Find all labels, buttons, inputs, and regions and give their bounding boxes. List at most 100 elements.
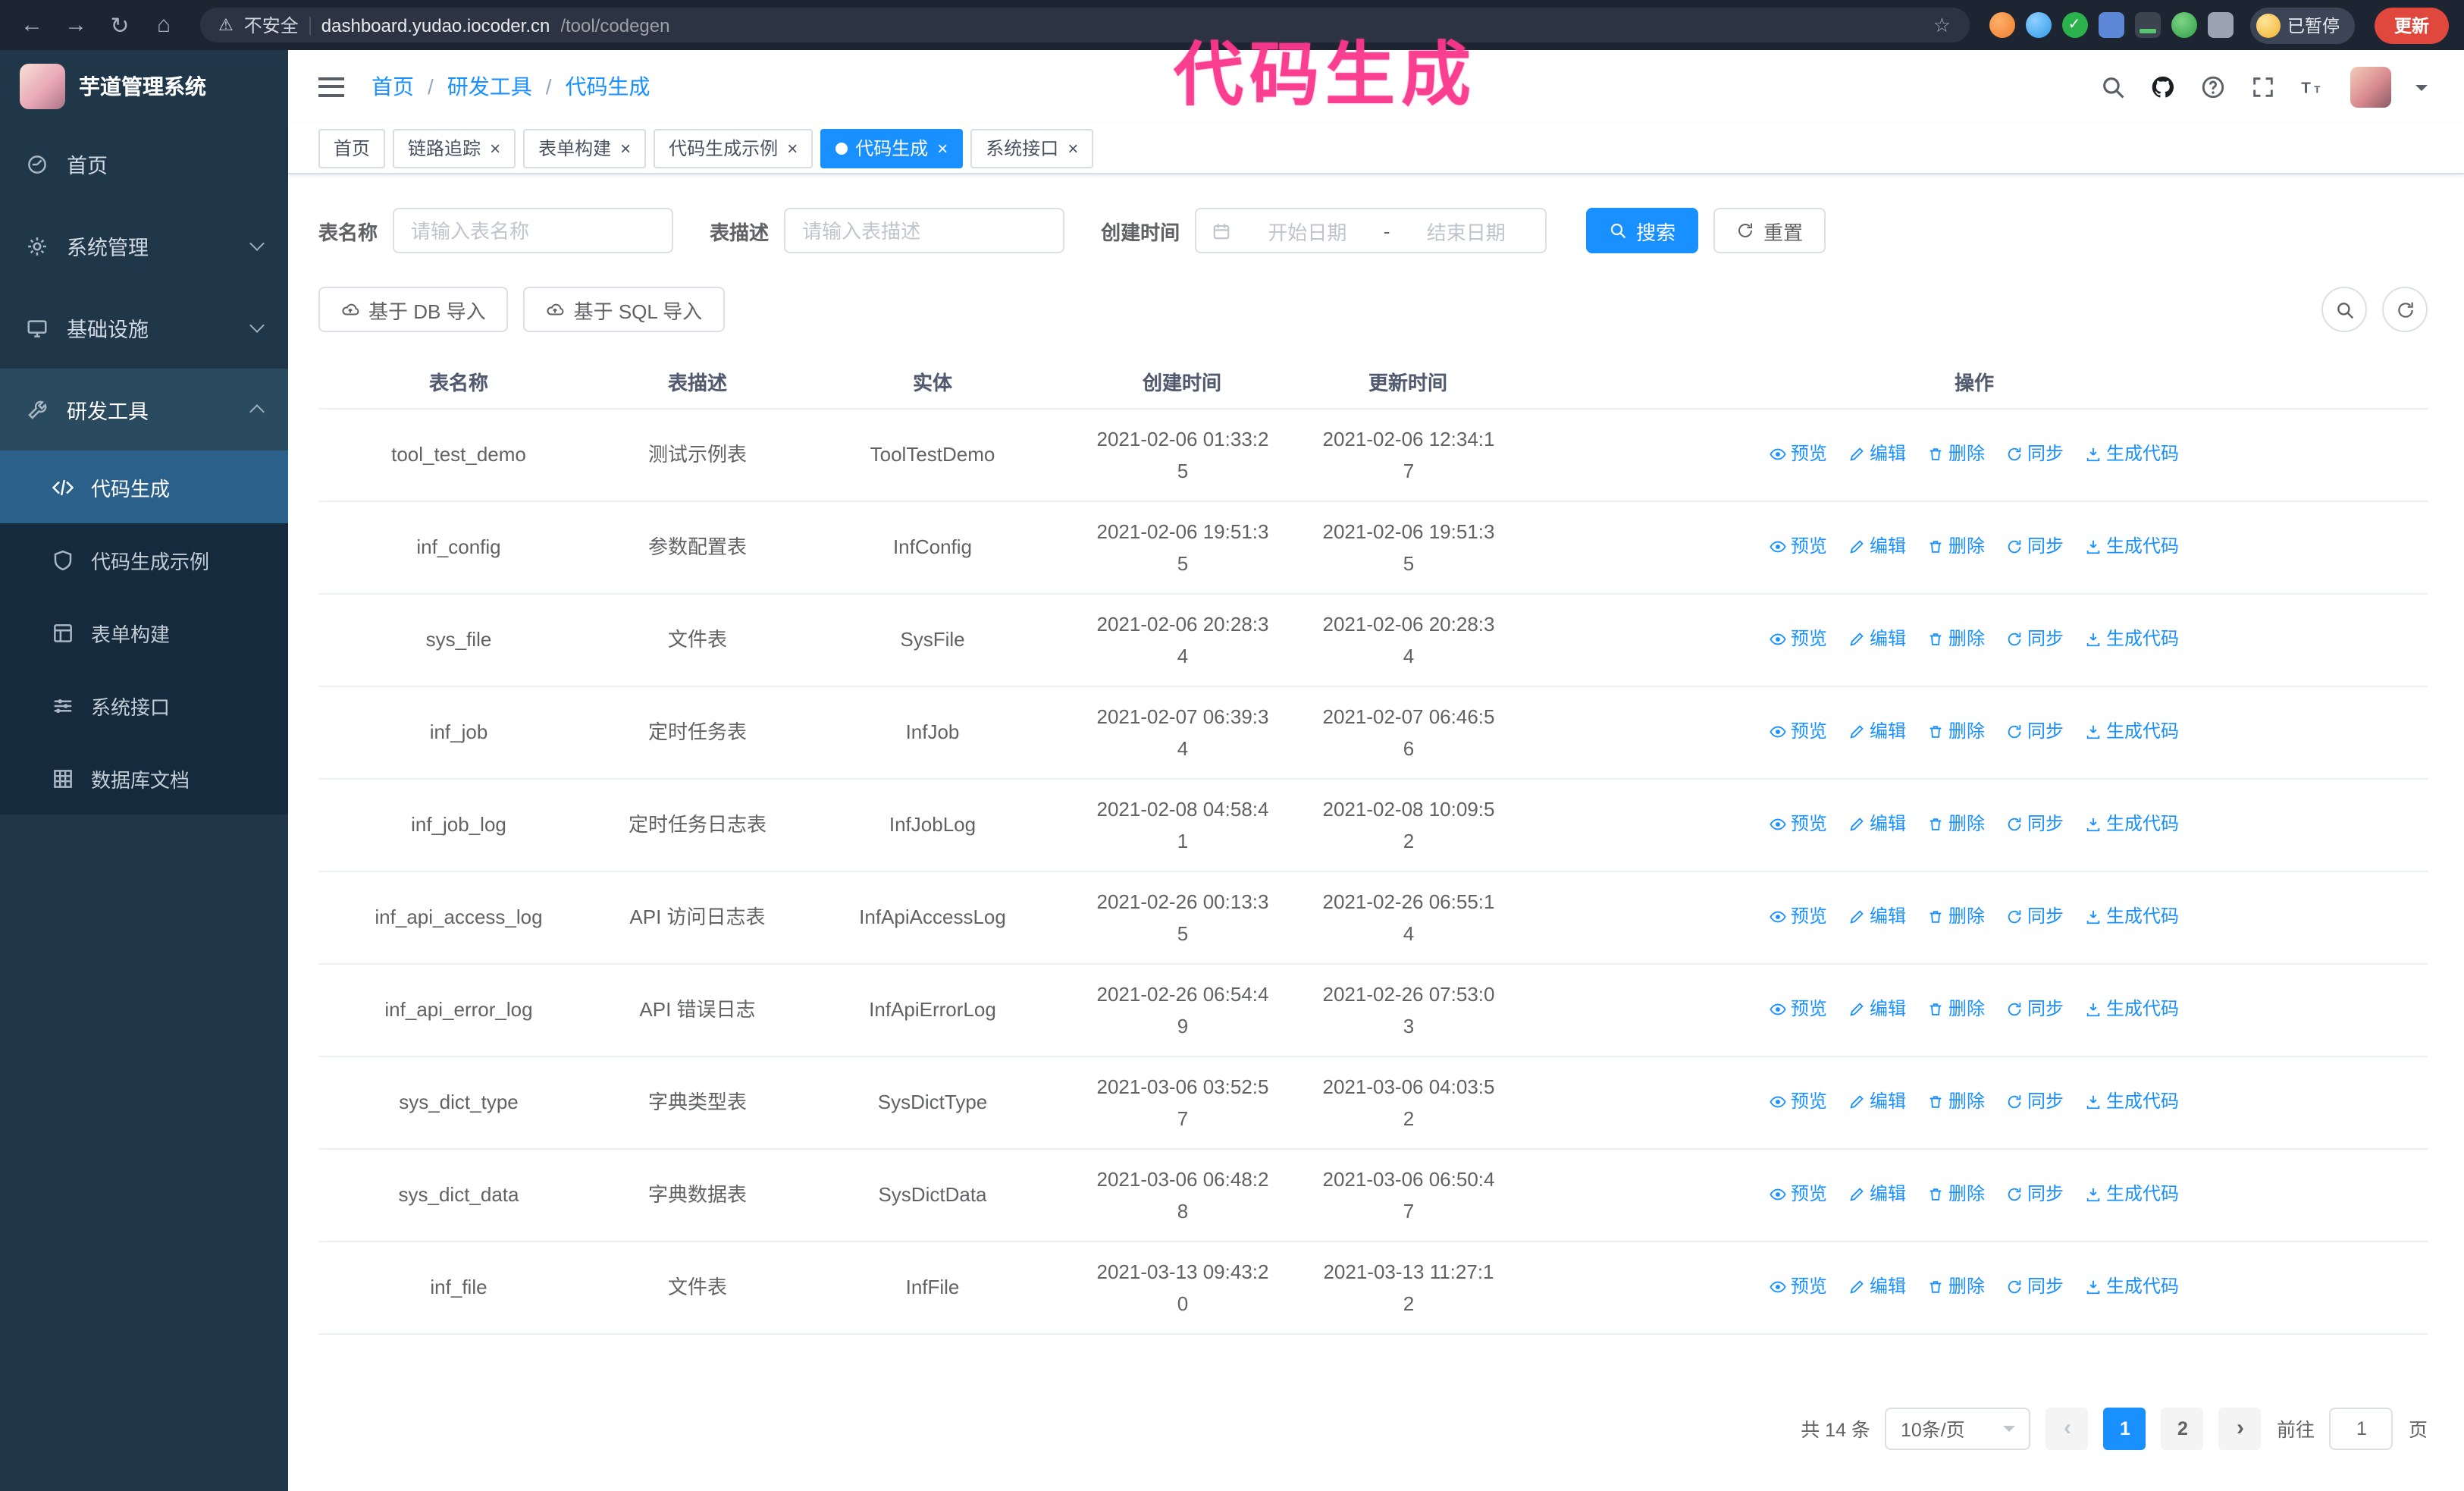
sidebar-item-3[interactable]: 研发工具 [0, 369, 288, 450]
search-icon[interactable] [2100, 74, 2126, 99]
fox-extension-icon[interactable] [1989, 12, 2014, 38]
help-icon[interactable] [2200, 74, 2226, 99]
import-db-button[interactable]: 基于 DB 导入 [318, 287, 509, 332]
sync-action[interactable]: 同步 [2006, 623, 2064, 655]
breadcrumb-item-2[interactable]: 代码生成 [566, 71, 650, 102]
preview-action[interactable]: 预览 [1770, 1179, 1827, 1210]
sidebar-item-1[interactable]: 系统管理 [0, 205, 288, 287]
generate-code-action[interactable]: 生成代码 [2085, 1271, 2179, 1303]
toggle-search-button[interactable] [2321, 287, 2367, 332]
generate-code-action[interactable]: 生成代码 [2085, 993, 2179, 1025]
preview-action[interactable]: 预览 [1770, 531, 1827, 563]
sync-action[interactable]: 同步 [2006, 1086, 2064, 1118]
sync-action[interactable]: 同步 [2006, 808, 2064, 840]
generate-code-action[interactable]: 生成代码 [2085, 716, 2179, 748]
close-tab-icon[interactable]: × [787, 139, 798, 157]
team-extension-icon[interactable] [2098, 12, 2124, 38]
preview-action[interactable]: 预览 [1770, 1086, 1827, 1118]
delete-action[interactable]: 删除 [1927, 438, 1985, 470]
close-tab-icon[interactable]: × [490, 139, 500, 157]
close-tab-icon[interactable]: × [620, 139, 631, 157]
search-button[interactable]: 搜索 [1586, 208, 1699, 253]
delete-action[interactable]: 删除 [1927, 1086, 1985, 1118]
delete-action[interactable]: 删除 [1927, 901, 1985, 933]
check-extension-icon[interactable]: ✓ [2061, 12, 2087, 38]
edit-action[interactable]: 编辑 [1848, 1086, 1906, 1118]
sidebar-subitem-1[interactable]: 代码生成示例 [0, 523, 288, 596]
sidebar-subitem-4[interactable]: 数据库文档 [0, 742, 288, 815]
preview-action[interactable]: 预览 [1770, 901, 1827, 933]
sync-action[interactable]: 同步 [2006, 716, 2064, 748]
sidebar-item-2[interactable]: 基础设施 [0, 287, 288, 369]
table-desc-input[interactable] [784, 208, 1065, 253]
user-avatar[interactable] [2350, 66, 2391, 107]
table-name-input[interactable] [393, 208, 674, 253]
page-button-1[interactable]: 1 [2103, 1407, 2146, 1449]
edit-action[interactable]: 编辑 [1848, 716, 1906, 748]
close-tab-icon[interactable]: × [937, 139, 948, 157]
font-size-icon[interactable]: TT [2300, 74, 2326, 99]
sidebar-subitem-0[interactable]: 代码生成 [0, 450, 288, 523]
edit-action[interactable]: 编辑 [1848, 438, 1906, 470]
preview-action[interactable]: 预览 [1770, 716, 1827, 748]
preview-action[interactable]: 预览 [1770, 623, 1827, 655]
bookmark-star-icon[interactable]: ☆ [1933, 13, 1951, 37]
app-logo[interactable]: 芋道管理系统 [0, 50, 288, 123]
next-page-button[interactable]: › [2218, 1407, 2262, 1449]
tab-4[interactable]: 代码生成 × [820, 128, 964, 168]
sync-action[interactable]: 同步 [2006, 531, 2064, 563]
browser-update-button[interactable]: 更新 [2375, 7, 2449, 43]
generate-code-action[interactable]: 生成代码 [2085, 808, 2179, 840]
sync-action[interactable]: 同步 [2006, 438, 2064, 470]
page-size-select[interactable]: 10条/页 [1885, 1407, 2031, 1449]
edit-action[interactable]: 编辑 [1848, 531, 1906, 563]
github-icon[interactable] [2150, 74, 2176, 99]
delete-action[interactable]: 删除 [1927, 1271, 1985, 1303]
tab-2[interactable]: 表单构建 × [523, 128, 647, 168]
sync-action[interactable]: 同步 [2006, 993, 2064, 1025]
refresh-table-button[interactable] [2382, 287, 2428, 332]
screen-extension-icon[interactable] [2134, 12, 2160, 38]
prev-page-button[interactable]: ‹ [2045, 1407, 2089, 1449]
delete-action[interactable]: 删除 [1927, 623, 1985, 655]
security-label[interactable]: 不安全 [244, 12, 299, 38]
tab-3[interactable]: 代码生成示例 × [654, 128, 813, 168]
back-icon[interactable]: ← [15, 8, 49, 42]
address-bar[interactable]: ⚠ 不安全 dashboard.yudao.iocoder.cn /tool/c… [200, 8, 1969, 42]
sidebar-subitem-2[interactable]: 表单构建 [0, 596, 288, 669]
close-tab-icon[interactable]: × [1067, 139, 1078, 157]
edit-action[interactable]: 编辑 [1848, 1179, 1906, 1210]
generate-code-action[interactable]: 生成代码 [2085, 901, 2179, 933]
generate-code-action[interactable]: 生成代码 [2085, 623, 2179, 655]
generate-code-action[interactable]: 生成代码 [2085, 1086, 2179, 1118]
preview-action[interactable]: 预览 [1770, 438, 1827, 470]
delete-action[interactable]: 删除 [1927, 1179, 1985, 1210]
edit-action[interactable]: 编辑 [1848, 993, 1906, 1025]
sidebar-subitem-3[interactable]: 系统接口 [0, 669, 288, 742]
edit-action[interactable]: 编辑 [1848, 1271, 1906, 1303]
date-range-picker[interactable]: 开始日期 - 结束日期 [1195, 208, 1547, 253]
hamburger-icon[interactable] [318, 77, 344, 96]
breadcrumb-item-1[interactable]: 研发工具 [447, 71, 532, 102]
preview-action[interactable]: 预览 [1770, 808, 1827, 840]
edit-action[interactable]: 编辑 [1848, 901, 1906, 933]
drop-extension-icon[interactable] [2025, 12, 2051, 38]
delete-action[interactable]: 删除 [1927, 716, 1985, 748]
sidebar-item-0[interactable]: 首页 [0, 123, 288, 205]
fullscreen-icon[interactable] [2250, 74, 2276, 99]
caret-down-icon[interactable] [2415, 84, 2428, 96]
edit-action[interactable]: 编辑 [1848, 808, 1906, 840]
breadcrumb-item-0[interactable]: 首页 [371, 71, 414, 102]
tab-5[interactable]: 系统接口 × [970, 128, 1094, 168]
delete-action[interactable]: 删除 [1927, 531, 1985, 563]
tab-1[interactable]: 链路追踪 × [393, 128, 516, 168]
preview-action[interactable]: 预览 [1770, 1271, 1827, 1303]
profile-chip[interactable]: 已暂停 [2249, 7, 2355, 43]
generate-code-action[interactable]: 生成代码 [2085, 531, 2179, 563]
generate-code-action[interactable]: 生成代码 [2085, 1179, 2179, 1210]
tab-0[interactable]: 首页 [318, 128, 386, 168]
sync-action[interactable]: 同步 [2006, 1271, 2064, 1303]
home-icon[interactable]: ⌂ [147, 8, 180, 42]
sync-action[interactable]: 同步 [2006, 901, 2064, 933]
delete-action[interactable]: 删除 [1927, 993, 1985, 1025]
